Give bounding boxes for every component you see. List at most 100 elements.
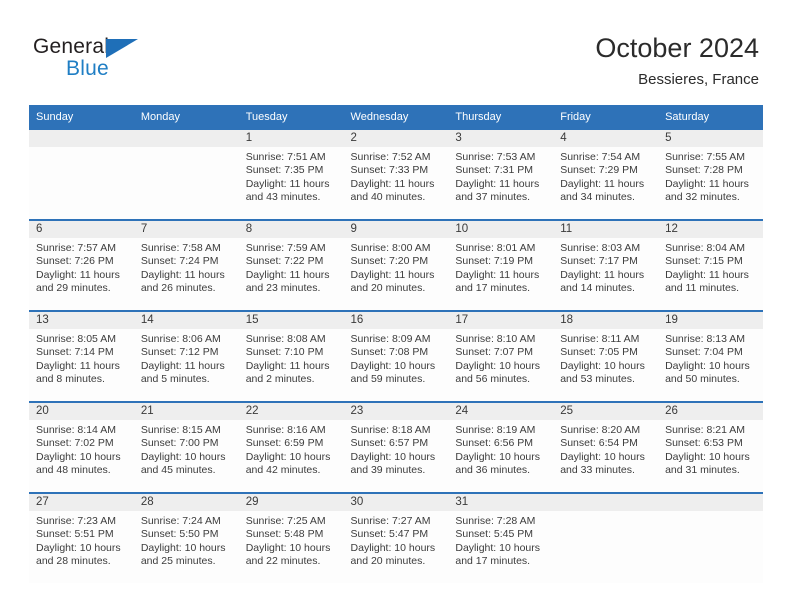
sun-info-daylight1: Daylight: 10 hours — [140, 541, 226, 554]
day-cell-inner — [658, 494, 763, 583]
calendar-day-cell[interactable]: 23 Sunrise: 8:18 AM Sunset: 6:57 PM Dayligh… — [343, 401, 449, 493]
sun-info-daylight2: and 20 minutes. — [350, 282, 426, 295]
calendar-day-cell[interactable]: 2 Sunrise: 7:52 AM Sunset: 7:33 PM Daylight… — [343, 130, 449, 220]
calendar-day-cell[interactable]: 18 Sunrise: 8:11 AM Sunset: 7:05 PM Dayligh… — [553, 310, 659, 402]
sun-info-sunset: Sunset: 7:17 PM — [560, 255, 638, 268]
day-number — [133, 130, 239, 147]
calendar-day-cell[interactable]: 12 Sunrise: 8:04 AM Sunset: 7:15 PM Dayligh… — [658, 219, 763, 311]
sun-info-sunset: Sunset: 5:47 PM — [350, 528, 429, 541]
sun-info-daylight2: and 40 minutes. — [350, 191, 426, 204]
sun-info-sunset: Sunset: 7:05 PM — [560, 346, 638, 359]
sun-info-daylight2: and 5 minutes. — [140, 373, 210, 386]
weekday-header-wednesday: Wednesday — [343, 105, 449, 130]
sun-info-sunrise: Sunrise: 7:23 AM — [36, 515, 116, 527]
day-cell-inner: 10 Sunrise: 8:01 AM Sunset: 7:19 PM Dayligh… — [448, 221, 554, 310]
calendar-day-cell[interactable]: 7 Sunrise: 7:58 AM Sunset: 7:24 PM Daylight… — [133, 219, 239, 311]
sun-info-daylight2: and 37 minutes. — [455, 191, 531, 204]
sun-info-daylight1: Daylight: 11 hours — [455, 268, 540, 281]
day-cell-inner: 21 Sunrise: 8:15 AM Sunset: 7:00 PM Dayligh… — [133, 403, 239, 492]
sun-info-daylight2: and 23 minutes. — [245, 282, 321, 295]
sun-info-daylight1: Daylight: 10 hours — [36, 541, 121, 554]
day-number: 4 — [553, 130, 659, 147]
sun-info: Sunrise: 8:15 AM Sunset: 7:00 PM Daylight:… — [134, 420, 239, 478]
calendar-day-cell[interactable]: 31 Sunrise: 7:28 AM Sunset: 5:45 PM Dayligh… — [448, 492, 554, 583]
sun-info: Sunrise: 8:13 AM Sunset: 7:04 PM Daylight:… — [658, 329, 763, 387]
day-cell-inner — [553, 494, 659, 583]
calendar-day-cell[interactable]: 19 Sunrise: 8:13 AM Sunset: 7:04 PM Dayligh… — [658, 310, 763, 402]
logo-triangle-icon — [106, 39, 138, 58]
sun-info-daylight1: Daylight: 11 hours — [665, 268, 749, 281]
sun-info: Sunrise: 8:05 AM Sunset: 7:14 PM Daylight:… — [29, 329, 134, 387]
day-cell-inner: 28 Sunrise: 7:24 AM Sunset: 5:50 PM Dayligh… — [133, 494, 239, 583]
day-number: 9 — [343, 221, 449, 238]
weekday-header-saturday: Saturday — [658, 105, 763, 130]
calendar-day-cell[interactable]: 22 Sunrise: 8:16 AM Sunset: 6:59 PM Dayligh… — [238, 401, 344, 493]
sun-info-sunrise: Sunrise: 8:08 AM — [245, 333, 326, 345]
weekday-header-thursday: Thursday — [448, 105, 554, 130]
calendar-day-cell[interactable]: 5 Sunrise: 7:55 AM Sunset: 7:28 PM Daylight… — [658, 130, 763, 220]
day-number: 22 — [238, 403, 344, 420]
calendar-day-cell[interactable]: 24 Sunrise: 8:19 AM Sunset: 6:56 PM Dayligh… — [448, 401, 554, 493]
sun-info: Sunrise: 8:21 AM Sunset: 6:53 PM Daylight:… — [658, 420, 763, 478]
calendar-day-cell[interactable]: 15 Sunrise: 8:08 AM Sunset: 7:10 PM Dayligh… — [238, 310, 344, 402]
calendar-day-cell[interactable]: 14 Sunrise: 8:06 AM Sunset: 7:12 PM Dayligh… — [133, 310, 239, 402]
calendar-week-row: 6 Sunrise: 7:57 AM Sunset: 7:26 PM Daylight… — [29, 219, 763, 311]
logo-text-general: General — [33, 35, 110, 58]
calendar-day-cell[interactable]: 26 Sunrise: 8:21 AM Sunset: 6:53 PM Dayligh… — [658, 401, 763, 493]
day-cell-inner — [29, 130, 134, 219]
calendar-day-cell[interactable]: 30 Sunrise: 7:27 AM Sunset: 5:47 PM Dayligh… — [343, 492, 449, 583]
calendar-day-cell[interactable]: 27 Sunrise: 7:23 AM Sunset: 5:51 PM Dayligh… — [29, 492, 134, 583]
calendar-header-row: Sunday Monday Tuesday Wednesday Thursday… — [29, 105, 763, 130]
day-cell-inner: 26 Sunrise: 8:21 AM Sunset: 6:53 PM Dayligh… — [658, 403, 763, 492]
sun-info-daylight1: Daylight: 10 hours — [455, 450, 541, 463]
calendar-day-cell-empty — [658, 492, 763, 583]
calendar-day-cell[interactable]: 29 Sunrise: 7:25 AM Sunset: 5:48 PM Dayligh… — [238, 492, 344, 583]
sun-info-daylight1: Daylight: 11 hours — [140, 268, 225, 281]
sun-info-daylight2: and 45 minutes. — [140, 464, 216, 477]
calendar-day-cell[interactable]: 20 Sunrise: 8:14 AM Sunset: 7:02 PM Dayligh… — [29, 401, 134, 493]
sun-info-daylight2: and 8 minutes. — [36, 373, 105, 386]
sun-info-daylight2: and 32 minutes. — [665, 191, 740, 204]
sun-info-daylight1: Daylight: 11 hours — [350, 268, 435, 281]
sun-info: Sunrise: 8:01 AM Sunset: 7:19 PM Daylight:… — [448, 238, 553, 296]
day-cell-inner: 14 Sunrise: 8:06 AM Sunset: 7:12 PM Dayligh… — [133, 312, 239, 401]
day-number: 3 — [448, 130, 554, 147]
day-number: 16 — [343, 312, 449, 329]
sun-info: Sunrise: 7:28 AM Sunset: 5:45 PM Daylight:… — [448, 511, 553, 569]
sun-info: Sunrise: 7:24 AM Sunset: 5:50 PM Daylight:… — [134, 511, 239, 569]
day-cell-inner: 31 Sunrise: 7:28 AM Sunset: 5:45 PM Dayligh… — [448, 494, 554, 583]
calendar-day-cell[interactable]: 16 Sunrise: 8:09 AM Sunset: 7:08 PM Dayligh… — [343, 310, 449, 402]
day-cell-inner: 6 Sunrise: 7:57 AM Sunset: 7:26 PM Daylight… — [29, 221, 134, 310]
calendar-day-cell[interactable]: 21 Sunrise: 8:15 AM Sunset: 7:00 PM Dayligh… — [133, 401, 239, 493]
calendar-day-cell[interactable]: 9 Sunrise: 8:00 AM Sunset: 7:20 PM Daylight… — [343, 219, 449, 311]
calendar-day-cell[interactable]: 3 Sunrise: 7:53 AM Sunset: 7:31 PM Daylight… — [448, 130, 554, 220]
calendar-day-cell[interactable]: 10 Sunrise: 8:01 AM Sunset: 7:19 PM Dayligh… — [448, 219, 554, 311]
calendar-day-cell[interactable]: 6 Sunrise: 7:57 AM Sunset: 7:26 PM Daylight… — [29, 219, 134, 311]
sun-info-daylight2: and 11 minutes. — [665, 282, 739, 295]
sun-info-sunrise: Sunrise: 7:52 AM — [350, 151, 431, 163]
calendar-day-cell[interactable]: 1 Sunrise: 7:51 AM Sunset: 7:35 PM Daylight… — [238, 130, 344, 220]
sun-info-sunrise: Sunrise: 7:27 AM — [350, 515, 431, 527]
sun-info-daylight1: Daylight: 10 hours — [350, 359, 436, 372]
day-cell-inner: 20 Sunrise: 8:14 AM Sunset: 7:02 PM Dayligh… — [29, 403, 134, 492]
calendar-day-cell[interactable]: 8 Sunrise: 7:59 AM Sunset: 7:22 PM Daylight… — [238, 219, 344, 311]
calendar-day-cell[interactable]: 11 Sunrise: 8:03 AM Sunset: 7:17 PM Dayligh… — [553, 219, 659, 311]
calendar-day-cell[interactable]: 28 Sunrise: 7:24 AM Sunset: 5:50 PM Dayligh… — [133, 492, 239, 583]
calendar-day-cell[interactable]: 25 Sunrise: 8:20 AM Sunset: 6:54 PM Dayligh… — [553, 401, 659, 493]
day-number: 17 — [448, 312, 554, 329]
sun-info-daylight1: Daylight: 10 hours — [36, 450, 121, 463]
day-number: 23 — [343, 403, 449, 420]
sun-info-daylight2: and 53 minutes. — [560, 373, 635, 386]
sun-info-sunset: Sunset: 5:45 PM — [455, 528, 534, 541]
calendar-day-cell[interactable]: 4 Sunrise: 7:54 AM Sunset: 7:29 PM Daylight… — [553, 130, 659, 220]
sun-info: Sunrise: 8:16 AM Sunset: 6:59 PM Daylight:… — [239, 420, 344, 478]
sun-info: Sunrise: 7:54 AM Sunset: 7:29 PM Daylight:… — [553, 147, 658, 205]
sun-info: Sunrise: 8:00 AM Sunset: 7:20 PM Daylight:… — [344, 238, 449, 296]
day-number: 21 — [133, 403, 239, 420]
sun-info: Sunrise: 7:23 AM Sunset: 5:51 PM Daylight:… — [29, 511, 134, 569]
sun-info-daylight1: Daylight: 10 hours — [665, 359, 750, 372]
calendar-week-row: 20 Sunrise: 8:14 AM Sunset: 7:02 PM Dayligh… — [29, 401, 763, 493]
sun-info-sunset: Sunset: 7:29 PM — [560, 164, 638, 177]
calendar-day-cell[interactable]: 17 Sunrise: 8:10 AM Sunset: 7:07 PM Dayligh… — [448, 310, 554, 402]
calendar-day-cell[interactable]: 13 Sunrise: 8:05 AM Sunset: 7:14 PM Dayligh… — [29, 310, 134, 402]
